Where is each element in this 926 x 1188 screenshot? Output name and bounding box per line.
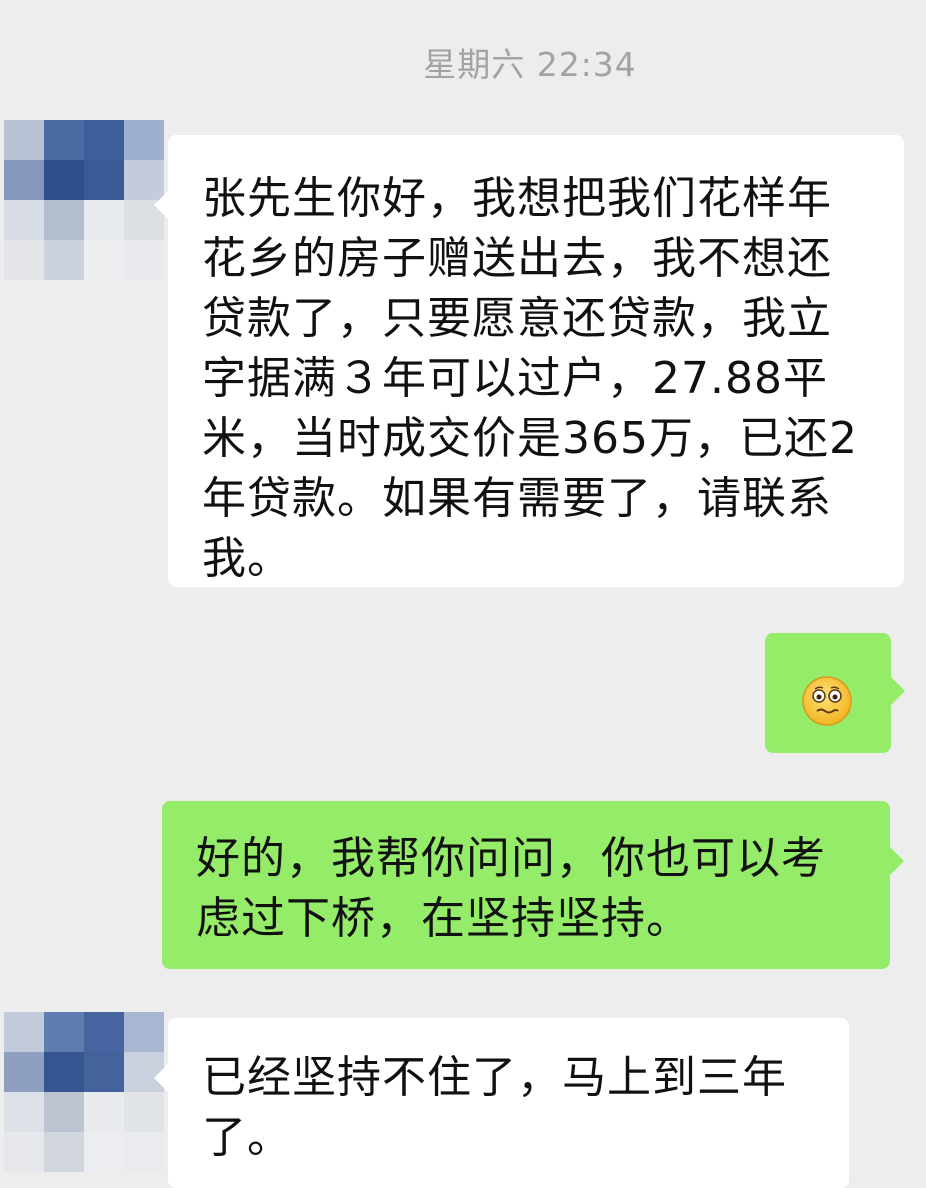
contact-avatar[interactable] [4,1012,164,1172]
message-text: 好的，我帮你问问，你也可以考虑过下桥，在坚持坚持。 [196,833,826,944]
outgoing-message-bubble[interactable]: 好的，我帮你问问，你也可以考虑过下桥，在坚持坚持。 [162,801,904,969]
bubble-tail [891,677,905,705]
message-text: 张先生你好，我想把我们花样年花乡的房子赠送出去，我不想还贷款了，只要愿意还贷款，… [202,173,858,584]
chat-thread: 星期六 22:34 张先生你好，我想把我们花样年花乡的房子赠送出去，我不想还贷款… [0,0,926,1188]
incoming-message-bubble[interactable]: 已经坚持不住了，马上到三年了。 [154,1018,849,1188]
bubble-tail [890,847,904,875]
message-text: 已经坚持不住了，马上到三年了。 [202,1052,787,1163]
incoming-message-bubble[interactable]: 张先生你好，我想把我们花样年花乡的房子赠送出去，我不想还贷款了，只要愿意还贷款，… [154,135,904,587]
message-timestamp: 星期六 22:34 [423,45,637,84]
bubble-tail [154,1064,168,1092]
outgoing-emoji-bubble[interactable] [765,633,905,753]
bubble-tail [154,191,168,219]
contact-avatar[interactable] [4,120,164,280]
grimacing-smiley-emoji-icon [802,676,852,726]
